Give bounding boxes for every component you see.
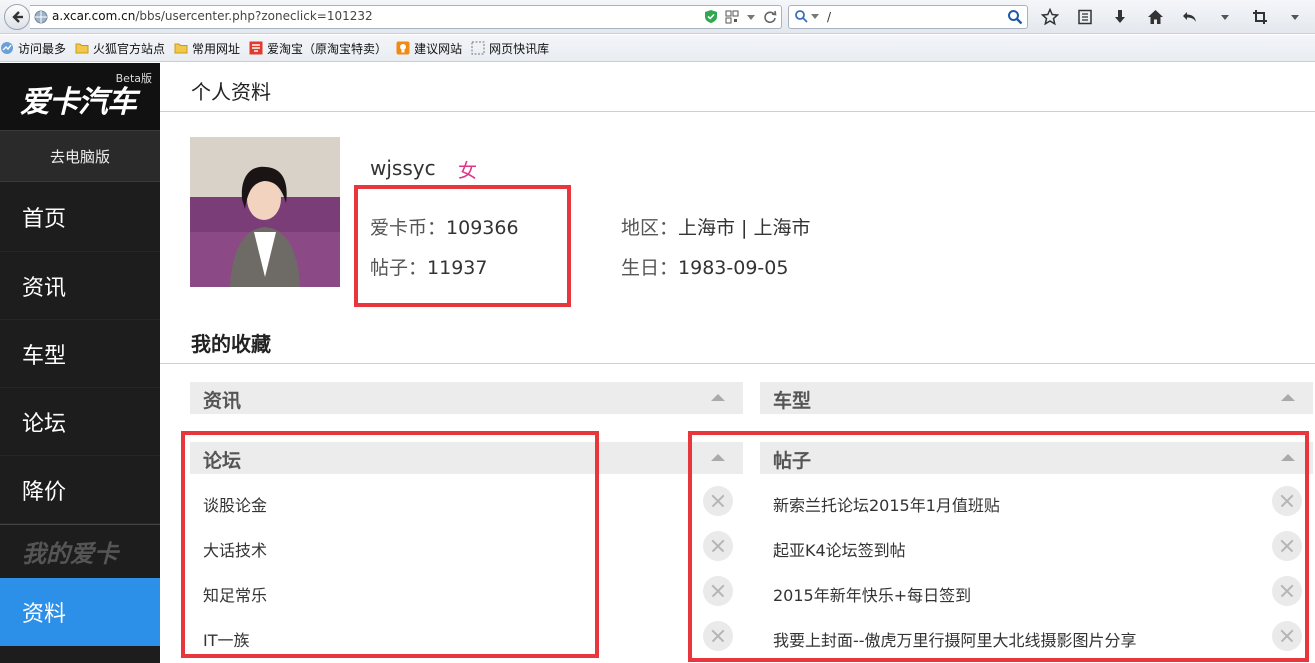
chevron-down-icon: [1291, 15, 1299, 20]
coins-stat: 爱卡币：109366: [370, 217, 519, 239]
crop-icon: [1253, 10, 1267, 24]
sidebar-item-news[interactable]: 资讯: [0, 252, 160, 320]
suggested-sites-icon: [396, 41, 410, 55]
browser-toolbar: a.xcar.com.cn/bbs/usercenter.php?zonecli…: [0, 0, 1315, 34]
favorites-title: 我的收藏: [191, 332, 271, 356]
bookmark-common-sites[interactable]: 常用网址: [174, 40, 240, 57]
chevron-down-icon: [1221, 15, 1229, 20]
divider: [160, 363, 1315, 364]
collapse-triangle-icon[interactable]: [1281, 394, 1295, 401]
avatar: [190, 137, 340, 287]
chevron-down-icon: [811, 14, 819, 19]
menu-dropdown[interactable]: [1283, 6, 1307, 28]
back-button[interactable]: [4, 4, 30, 30]
region-stat: 地区：上海市 | 上海市: [621, 217, 811, 239]
downloads-button[interactable]: [1108, 6, 1132, 28]
sidebar-item-models[interactable]: 车型: [0, 320, 160, 388]
search-engine-selector[interactable]: [794, 9, 819, 23]
sidebar-item-price-drop[interactable]: 降价: [0, 456, 160, 524]
search-input[interactable]: [827, 9, 997, 25]
folder-icon: [174, 43, 188, 54]
bookmarks-list-icon: [1078, 9, 1092, 25]
birthday-stat: 生日：1983-09-05: [621, 257, 789, 279]
posts-stat: 帖子：11937: [370, 257, 488, 279]
url-text: a.xcar.com.cn/bbs/usercenter.php?zonecli…: [52, 9, 373, 23]
download-arrow-icon: [1115, 10, 1125, 23]
web-slice-icon: [471, 41, 485, 55]
favorites-models-header[interactable]: 车型: [760, 382, 1313, 414]
dropdown-icon[interactable]: [746, 10, 756, 24]
sidebar-item-home[interactable]: 首页: [0, 182, 160, 252]
qr-code-icon[interactable]: [725, 10, 739, 24]
back-arrow-icon: [12, 11, 23, 23]
bookmark-aitaobao[interactable]: 爱淘宝（原淘宝特卖）: [249, 40, 387, 57]
divider: [160, 111, 1315, 112]
toolbar-buttons: [1038, 6, 1307, 28]
my-xcar-heading: 我的爱卡: [0, 524, 160, 578]
search-engine-icon: [795, 10, 808, 23]
beta-badge: Beta版: [115, 72, 152, 85]
shield-icon[interactable]: [704, 9, 718, 24]
favorites-news-header[interactable]: 资讯: [190, 382, 743, 414]
globe-icon: [34, 10, 48, 24]
undo-button[interactable]: [1178, 6, 1202, 28]
main-content: 个人资料 wjssyc 女 爱卡币：109366 帖子：11937 地区：上海市…: [160, 63, 1315, 663]
url-bar[interactable]: a.xcar.com.cn/bbs/usercenter.php?zonecli…: [30, 5, 782, 29]
undo-dropdown[interactable]: [1213, 6, 1237, 28]
folder-icon: [75, 43, 89, 54]
search-bar[interactable]: [788, 5, 1028, 29]
most-visited-icon: [1, 42, 13, 54]
sidebar-item-profile[interactable]: 资料: [0, 578, 160, 646]
page-title: 个人资料: [191, 80, 271, 104]
home-button[interactable]: [1143, 6, 1167, 28]
gender-label: 女: [458, 160, 478, 182]
bookmark-most-visited[interactable]: 访问最多: [0, 40, 66, 57]
highlight-box-stats: [354, 185, 571, 307]
bookmark-web-slices[interactable]: 网页快讯库: [471, 40, 549, 57]
star-icon: [1041, 8, 1059, 26]
screenshot-button[interactable]: [1248, 6, 1272, 28]
sidebar: 爱卡汽车 Beta版 去电脑版 首页 资讯 车型 论坛 降价 我的爱卡 资料: [0, 63, 160, 663]
collapse-triangle-icon[interactable]: [711, 394, 725, 401]
username: wjssyc: [370, 156, 436, 180]
bookmark-suggested-sites[interactable]: 建议网站: [396, 40, 462, 57]
sidebar-item-forum[interactable]: 论坛: [0, 388, 160, 456]
taobao-icon: [249, 41, 263, 55]
desktop-version-link[interactable]: 去电脑版: [0, 130, 160, 182]
bookmark-star-button[interactable]: [1038, 6, 1062, 28]
home-icon: [1147, 10, 1163, 24]
search-icon[interactable]: [1007, 9, 1023, 25]
bookmark-firefox-site[interactable]: 火狐官方站点: [75, 40, 165, 57]
site-logo[interactable]: 爱卡汽车 Beta版: [0, 63, 160, 130]
highlight-box-forum: [181, 431, 599, 658]
reload-icon[interactable]: [763, 10, 777, 24]
avatar-photo-icon: [190, 137, 340, 287]
bookmarks-menu-button[interactable]: [1073, 6, 1097, 28]
undo-arrow-icon: [1183, 12, 1196, 22]
highlight-box-posts: [688, 431, 1309, 662]
bookmarks-toolbar: 访问最多 火狐官方站点 常用网址 爱淘宝（原淘宝特卖） 建议网站 网页快讯库: [0, 35, 1315, 62]
